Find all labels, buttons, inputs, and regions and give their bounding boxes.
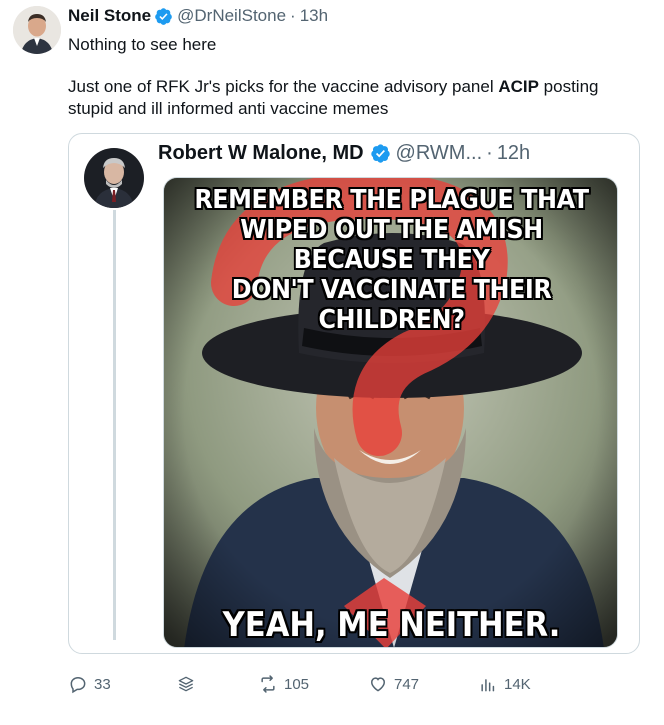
quoted-author-avatar[interactable]: [84, 148, 144, 208]
meme-image[interactable]: REMEMBER THE PLAGUE THAT WIPED OUT THE A…: [163, 177, 618, 648]
analytics-icon: [481, 679, 495, 692]
separator-dot: ·: [486, 142, 493, 164]
separator-dot: ·: [290, 6, 296, 25]
layers-button[interactable]: [176, 674, 196, 694]
tweet-text-prefix: Just one of RFK Jr's picks for the vacci…: [68, 77, 499, 96]
meme-bottom-caption: YEAH, ME NEITHER.: [222, 605, 561, 645]
author-name[interactable]: Neil Stone: [68, 6, 151, 26]
quoted-tweet-header: Robert W Malone, MD @RWM... · 12h: [158, 142, 530, 165]
author-avatar[interactable]: [13, 6, 61, 54]
tweet-text-line-2: Just one of RFK Jr's picks for the vacci…: [68, 76, 628, 120]
like-count: 747: [394, 675, 420, 693]
view-count: 14K: [504, 675, 531, 693]
quoted-author-handle[interactable]: @RWM...: [396, 142, 483, 165]
verified-badge-icon: [370, 143, 391, 164]
like-button[interactable]: 747: [368, 674, 419, 694]
tweet-text-acip: ACIP: [498, 77, 539, 96]
reply-icon: [70, 676, 86, 694]
views-button[interactable]: 14K: [478, 674, 531, 694]
heart-icon: [370, 677, 386, 692]
layers-icon: [178, 676, 194, 692]
meme-caption-line: DON'T VACCINATE THEIR CHILDREN?: [231, 275, 552, 335]
meme-caption-line: REMEMBER THE PLAGUE THAT: [194, 185, 589, 215]
retweet-icon: [261, 675, 275, 693]
reply-button[interactable]: 33: [68, 674, 111, 694]
reply-count: 33: [94, 675, 111, 693]
quoted-tweet-timestamp[interactable]: 12h: [497, 142, 530, 165]
tweet-timestamp[interactable]: 13h: [300, 6, 328, 26]
retweet-button[interactable]: 105: [258, 674, 309, 694]
quoted-author-name[interactable]: Robert W Malone, MD: [158, 142, 364, 165]
author-handle[interactable]: @DrNeilStone: [177, 6, 286, 26]
retweet-count: 105: [284, 675, 310, 693]
tweet-header: Neil Stone @DrNeilStone · 13h: [68, 6, 328, 26]
tweet-action-bar: 33 105 747 14K: [68, 674, 608, 700]
tweet-text-line-1: Nothing to see here: [68, 35, 217, 54]
verified-badge-icon: [154, 7, 173, 26]
meme-top-caption: REMEMBER THE PLAGUE THAT WIPED OUT THE A…: [182, 185, 601, 335]
meme-caption-line: WIPED OUT THE AMISH BECAUSE THEY: [240, 215, 543, 275]
thread-line: [113, 210, 116, 640]
